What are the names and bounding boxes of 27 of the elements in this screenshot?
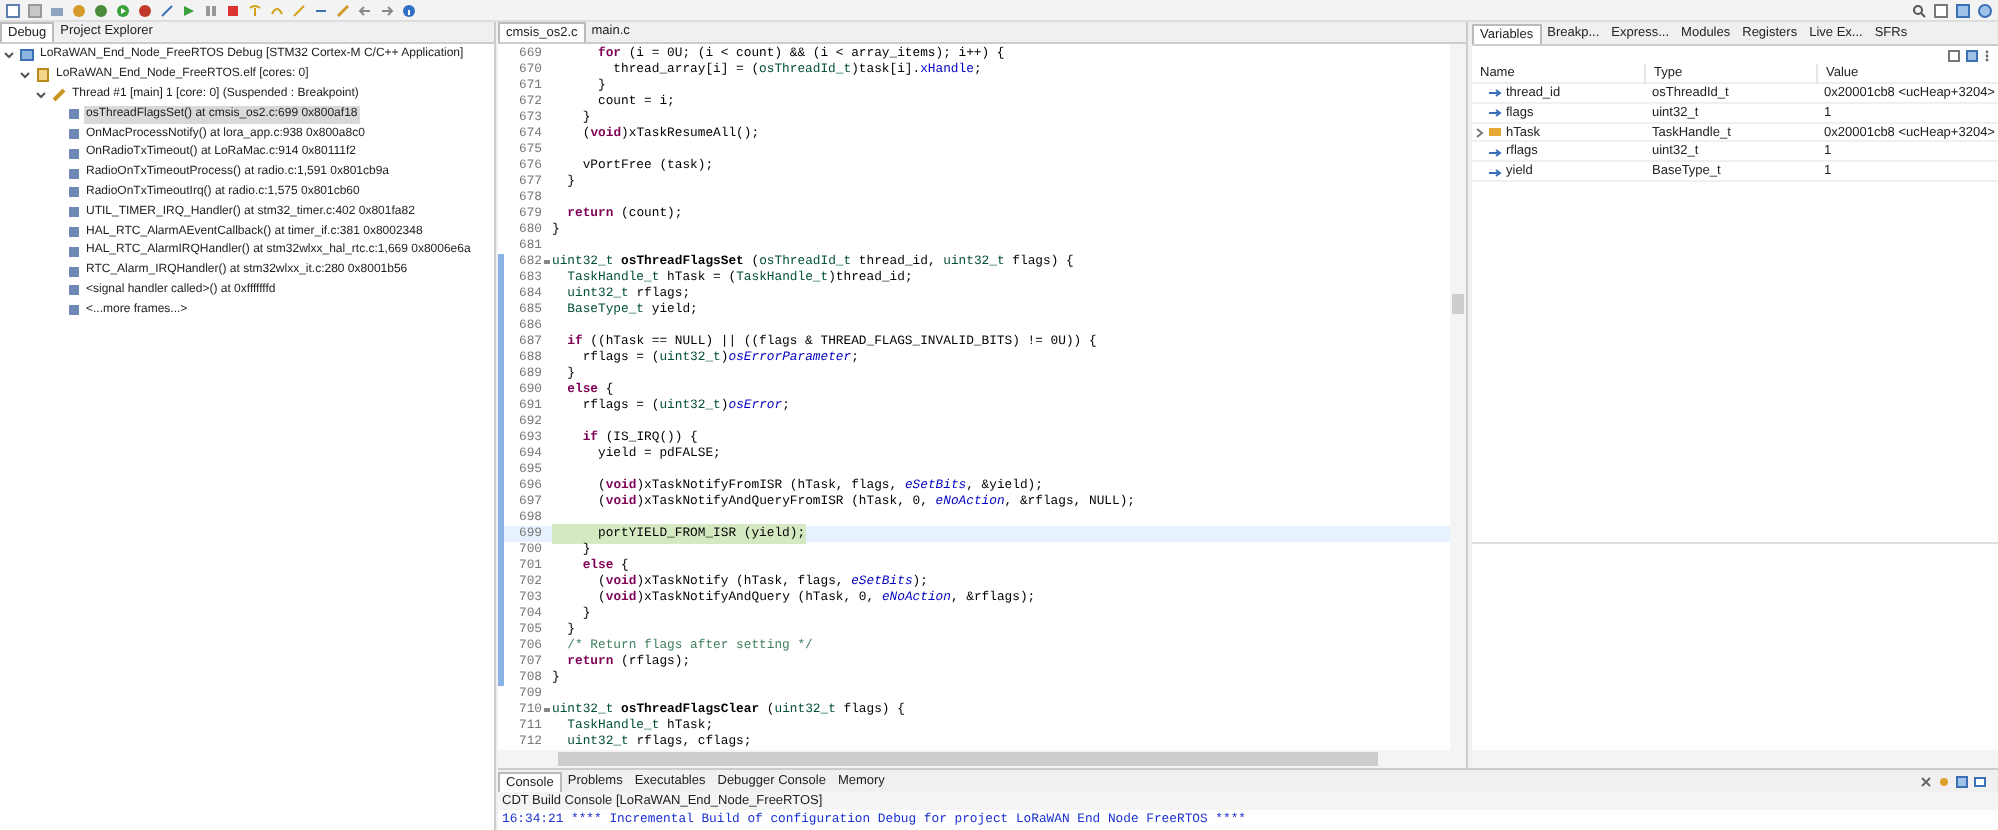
forward-arrow-icon[interactable] (380, 3, 394, 17)
expand-toggle[interactable] (20, 70, 32, 81)
horizontal-scrollbar[interactable] (1472, 750, 1998, 768)
info-icon[interactable] (402, 3, 416, 17)
expand-toggle[interactable] (4, 50, 16, 61)
clear-icon[interactable] (1920, 775, 1932, 787)
step-over-icon[interactable] (270, 3, 284, 17)
resume-icon[interactable] (182, 3, 196, 17)
vertical-scrollbar[interactable] (1450, 44, 1466, 750)
file-icon (36, 68, 50, 83)
variable-icon (1488, 88, 1502, 99)
search-icon[interactable] (1912, 3, 1926, 17)
variable-icon (1488, 147, 1502, 158)
variable-icon (1488, 108, 1502, 119)
window-icon (20, 48, 34, 63)
run-icon[interactable] (116, 3, 130, 17)
expand-toggle[interactable] (1476, 127, 1484, 138)
pointer-icon (1488, 126, 1502, 139)
menu-icon[interactable] (1984, 49, 1990, 61)
stop-icon[interactable] (226, 3, 240, 17)
suspend-icon[interactable] (204, 3, 218, 17)
variable-icon (1488, 167, 1502, 178)
scrollbar-thumb[interactable] (1452, 294, 1464, 314)
back-arrow-icon[interactable] (358, 3, 372, 17)
scrollbar-thumb[interactable] (558, 752, 1378, 766)
expand-toggle[interactable] (36, 89, 48, 100)
horizontal-scrollbar[interactable] (498, 750, 1466, 768)
